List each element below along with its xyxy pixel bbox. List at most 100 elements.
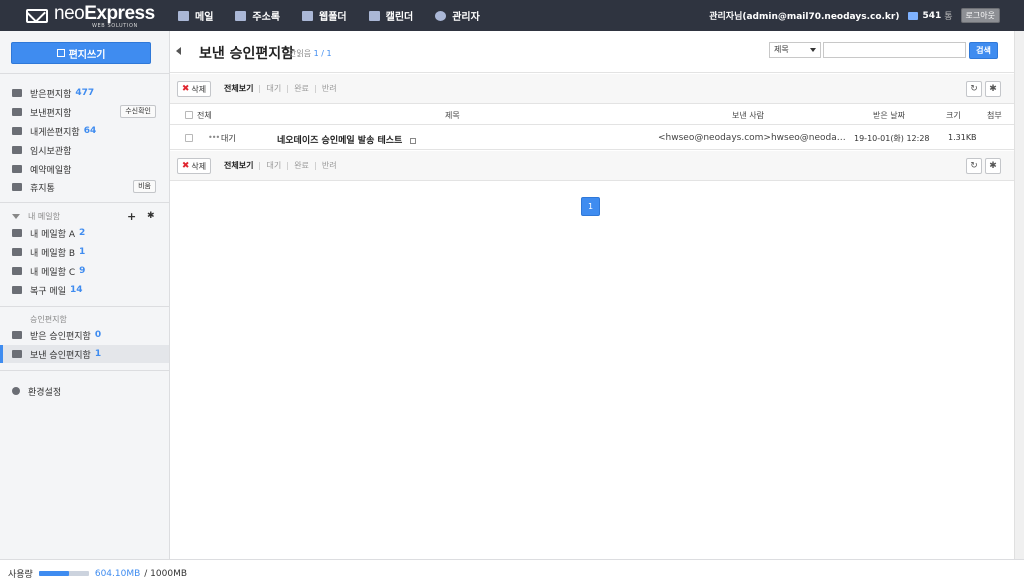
- filter-separator: [259, 161, 261, 170]
- logout-button[interactable]: 로그아웃: [960, 8, 1000, 23]
- nav-admin[interactable]: 관리자: [435, 8, 480, 23]
- divider: [0, 370, 169, 371]
- row-sender[interactable]: <hwseo@neodays.com>hwseo@neodays.com: [658, 133, 846, 143]
- folder-icon: [12, 108, 22, 116]
- unread-count: 안읽음 1 / 1: [289, 48, 332, 59]
- nav-mail[interactable]: 메일: [178, 8, 213, 23]
- nav-webfolder-label: 웹폴더: [319, 12, 347, 23]
- sidebar-item-approval-sent[interactable]: 보낸 승인편지함 1: [0, 345, 169, 363]
- filter-rejected[interactable]: 반려: [322, 83, 337, 94]
- row-subject-cell[interactable]: 네오데이즈 승인메일 발송 테스트: [277, 133, 416, 146]
- refresh-icon[interactable]: ↻: [966, 158, 982, 174]
- usage-label: 사용량: [8, 570, 33, 580]
- sidebar-item-sent[interactable]: 보낸편지함 수신확인: [0, 103, 169, 121]
- delete-label: 삭제: [191, 161, 207, 171]
- read-receipt-button[interactable]: 수신확인: [120, 105, 156, 118]
- more-icon[interactable]: •••: [208, 133, 220, 142]
- nav-addressbook[interactable]: 주소록: [235, 8, 280, 23]
- sidebar-item-count: 64: [83, 126, 97, 136]
- nav-webfolder[interactable]: 웹폴더: [302, 8, 347, 23]
- filter-complete[interactable]: 완료: [294, 160, 309, 171]
- sidebar-item-count: 14: [69, 285, 83, 295]
- popup-icon[interactable]: [409, 137, 416, 144]
- collapse-sidebar-icon[interactable]: [176, 47, 181, 55]
- logo-express: Express: [84, 2, 155, 24]
- sidebar-item-drafts[interactable]: 임시보관함: [0, 141, 169, 159]
- sidebar-item-label: 임시보관함: [30, 146, 72, 157]
- status-filters: 전체보기 대기 완료 반려: [224, 160, 337, 171]
- filter-separator: [259, 84, 261, 93]
- envelope-icon: [26, 9, 48, 23]
- delete-button[interactable]: ✖ 삭제: [177, 158, 211, 174]
- logo[interactable]: neoExpress WEB SOLUTION: [26, 4, 155, 28]
- sidebar-item-count: 9: [79, 266, 86, 276]
- main-header: 보낸 승인편지함 안읽음 1 / 1 제목 검색: [170, 31, 1024, 73]
- sidebar-item-self[interactable]: 내게쓴편지함 64: [0, 122, 169, 140]
- user-name[interactable]: 관리자님(admin@mail70.neodays.co.kr): [709, 9, 899, 22]
- sidebar-item-recovered[interactable]: 복구 메일 14: [0, 281, 169, 299]
- nav-addressbook-label: 주소록: [252, 12, 281, 23]
- search-field-select[interactable]: 제목: [769, 42, 821, 58]
- select-all-checkbox[interactable]: [185, 111, 193, 119]
- inbox-icon: [12, 89, 22, 97]
- gear-icon[interactable]: ✱: [985, 81, 1001, 97]
- my-mailbox-group[interactable]: 내 메일함: [12, 211, 60, 222]
- empty-trash-button[interactable]: 비움: [133, 180, 156, 193]
- col-size[interactable]: 크기: [946, 110, 961, 121]
- filter-separator: [314, 84, 316, 93]
- filter-all[interactable]: 전체보기: [224, 83, 253, 94]
- trash-icon: [12, 183, 22, 191]
- scrollbar[interactable]: [1014, 31, 1024, 559]
- sidebar-item-settings[interactable]: 환경설정: [0, 382, 169, 400]
- folder-icon: [12, 127, 22, 135]
- triangle-down-icon: [12, 214, 20, 219]
- sidebar-item-my-b[interactable]: 내 메일함 B 1: [0, 243, 169, 261]
- row-checkbox[interactable]: [185, 134, 193, 142]
- delete-label: 삭제: [191, 84, 207, 94]
- filter-separator: [287, 84, 289, 93]
- row-date: 19-10-01(화) 12:28: [854, 134, 930, 143]
- logo-subtitle: WEB SOLUTION: [92, 22, 138, 29]
- filter-rejected[interactable]: 반려: [322, 160, 337, 171]
- filter-all[interactable]: 전체보기: [224, 160, 253, 171]
- nav-calendar[interactable]: 캘린더: [368, 8, 413, 23]
- gear-icon[interactable]: ✱: [147, 211, 155, 221]
- close-icon: ✖: [181, 161, 190, 171]
- delete-button[interactable]: ✖ 삭제: [177, 81, 211, 97]
- filter-complete[interactable]: 완료: [294, 83, 309, 94]
- row-subject[interactable]: 네오데이즈 승인메일 발송 테스트: [277, 136, 402, 146]
- logo-neo: neo: [54, 2, 85, 24]
- unread-label: 안읽음: [289, 49, 312, 58]
- filter-waiting[interactable]: 대기: [266, 83, 281, 94]
- filter-waiting[interactable]: 대기: [266, 160, 281, 171]
- sidebar-item-my-a[interactable]: 내 메일함 A 2: [0, 224, 169, 242]
- col-date[interactable]: 받은 날짜: [873, 110, 905, 121]
- refresh-icon[interactable]: ↻: [966, 81, 982, 97]
- search-button[interactable]: 검색: [969, 42, 998, 59]
- col-subject[interactable]: 제목: [445, 110, 460, 121]
- sidebar-item-scheduled[interactable]: 예약메일함: [0, 160, 169, 178]
- gear-icon[interactable]: ✱: [985, 158, 1001, 174]
- compose-label: 편지쓰기: [68, 49, 106, 61]
- sidebar-item-label: 복구 메일: [30, 286, 66, 297]
- my-mailbox-title: 내 메일함: [28, 212, 60, 221]
- folder-icon: [12, 146, 22, 154]
- sidebar-item-label: 내 메일함 B: [30, 248, 76, 259]
- page-button-1[interactable]: 1: [581, 197, 600, 216]
- folder-icon: [12, 331, 22, 339]
- sidebar-item-approval-received[interactable]: 받은 승인편지함 0: [0, 326, 169, 344]
- sidebar-item-trash[interactable]: 휴지통 비움: [0, 178, 169, 196]
- col-sender[interactable]: 보낸 사람: [732, 110, 764, 121]
- gear-icon: [435, 10, 447, 21]
- folder-icon: [12, 248, 22, 256]
- gear-icon: [12, 387, 20, 395]
- plus-icon[interactable]: +: [127, 210, 136, 223]
- compose-button[interactable]: 편지쓰기: [11, 42, 151, 64]
- sidebar-item-inbox[interactable]: 받은편지함 477: [0, 84, 169, 102]
- filter-separator: [287, 161, 289, 170]
- sidebar-item-label: 내게쓴편지함: [30, 127, 80, 138]
- mail-count[interactable]: 541: [922, 11, 941, 21]
- sidebar-item-my-c[interactable]: 내 메일함 C 9: [0, 262, 169, 280]
- search-input[interactable]: [823, 42, 966, 58]
- table-row[interactable]: ••• 대기 네오데이즈 승인메일 발송 테스트 <hwseo@neodays.…: [170, 126, 1024, 150]
